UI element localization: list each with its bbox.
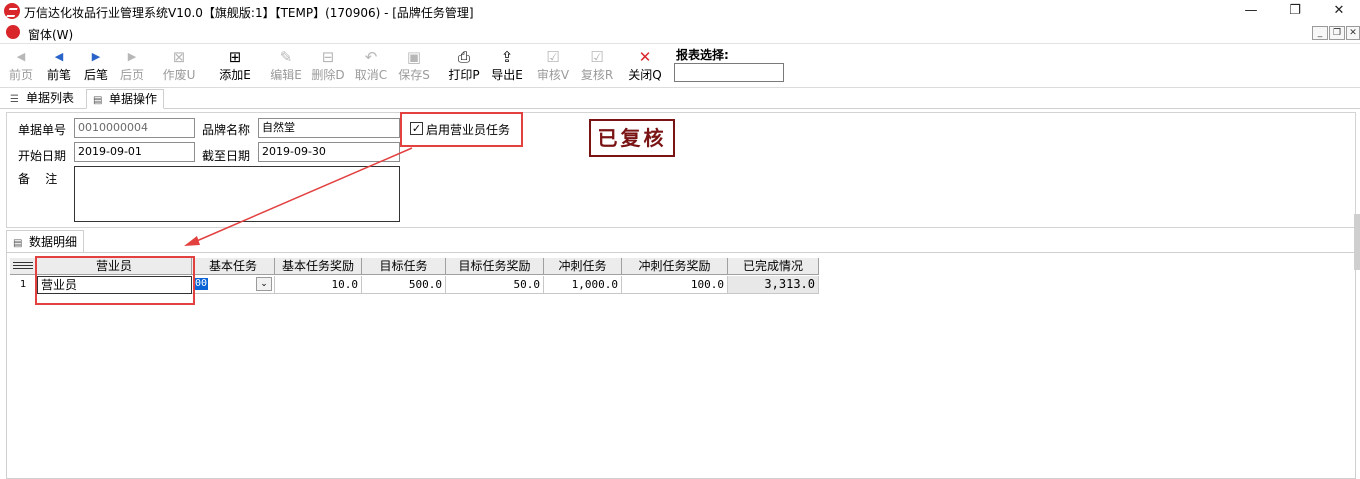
col-header-target-reward[interactable]: 目标任务奖励: [446, 258, 544, 275]
cell-completed: 3,313.0: [728, 276, 819, 294]
col-header-completed[interactable]: 已完成情况: [728, 258, 819, 275]
tab-data-detail[interactable]: ▤ 数据明细: [6, 230, 85, 252]
col-header-basic-task[interactable]: 基本任务: [192, 258, 275, 275]
tab-label: 数据明细: [29, 235, 78, 249]
cell-basic-task[interactable]: 00 ⌄: [192, 276, 275, 294]
cell-target-reward[interactable]: 50.0: [446, 276, 544, 294]
arrow-line: [191, 147, 413, 244]
vertical-scrollbar[interactable]: [1354, 214, 1360, 270]
col-header-sprint-task[interactable]: 冲刺任务: [544, 258, 622, 275]
cell-sprint-task[interactable]: 1,000.0: [544, 276, 622, 294]
cell-sprint-reward[interactable]: 100.0: [622, 276, 728, 294]
col-header-target-task[interactable]: 目标任务: [362, 258, 446, 275]
col-header-basic-reward[interactable]: 基本任务奖励: [275, 258, 362, 275]
highlight-box-salesman: [35, 256, 195, 305]
chevron-down-icon[interactable]: ⌄: [256, 277, 272, 291]
col-header-sprint-reward[interactable]: 冲刺任务奖励: [622, 258, 728, 275]
row-number: 1: [10, 276, 37, 294]
basic-task-selected-text[interactable]: 00: [194, 278, 209, 290]
grid-corner-icon: [10, 258, 37, 275]
arrow-head: [184, 236, 200, 246]
cell-target-task[interactable]: 500.0: [362, 276, 446, 294]
cell-basic-reward[interactable]: 10.0: [275, 276, 362, 294]
